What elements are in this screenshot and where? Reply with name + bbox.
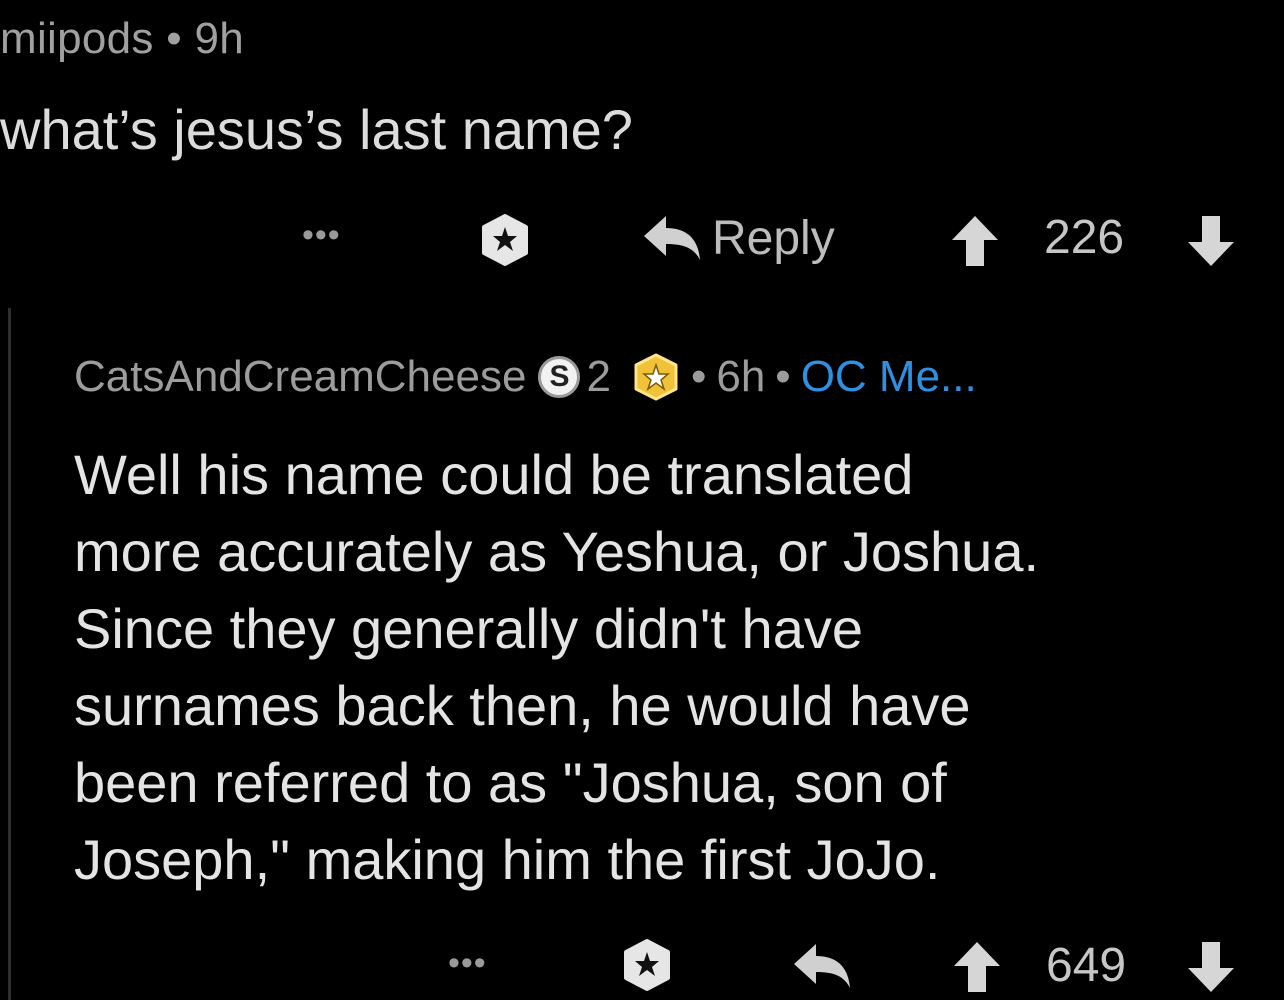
comment1-upvote-button[interactable] [948, 212, 1002, 270]
comment1-reply-button[interactable]: Reply [640, 210, 835, 266]
comment2-meta: CatsAndCreamCheese S 2 • 6h • OC Me... [74, 352, 977, 402]
comment2-flair: OC Me... [800, 352, 977, 401]
downvote-icon [1188, 216, 1234, 266]
upvote-icon [952, 216, 998, 266]
award-icon [624, 939, 670, 991]
award-icon [482, 214, 528, 266]
comment2-body-line: more accurately as Yeshua, or Joshua. [74, 520, 1040, 583]
comment2-body-line: surnames back then, he would have [74, 674, 971, 737]
comment2-separator2: • [775, 352, 791, 401]
comment1-body: what’s jesus’s last name? [0, 98, 633, 161]
comment2-age: 6h [716, 352, 766, 401]
reply-icon [794, 944, 850, 988]
comment1-award-button[interactable] [476, 211, 534, 269]
more-icon: ••• [448, 944, 487, 982]
comment1-author[interactable]: miipods [0, 14, 154, 63]
comment2-body-line: Joseph," making him the first JoJo. [74, 828, 941, 891]
comment1-downvote-button[interactable] [1184, 212, 1238, 270]
comment2-separator1: • [690, 352, 707, 401]
comment2-body: Well his name could be translated more a… [74, 436, 1254, 898]
silver-award-icon[interactable]: S [538, 356, 581, 398]
upvote-icon [954, 942, 1000, 992]
comment2-body-line: been referred to as "Joshua, son of [74, 751, 947, 814]
comment2-more-button[interactable]: ••• [448, 944, 487, 983]
comment1-score: 226 [1044, 210, 1124, 265]
comment1-age: 9h [194, 14, 245, 63]
comment2-body-line: Since they generally didn't have [74, 597, 863, 660]
comment1-meta: miipods • 9h [0, 14, 244, 64]
comment1-separator: • [166, 14, 182, 63]
comment2-upvote-button[interactable] [950, 938, 1004, 996]
comment1-score-value: 226 [1044, 211, 1125, 264]
comment1-more-button[interactable]: ••• [302, 216, 341, 255]
comment2-author[interactable]: CatsAndCreamCheese [74, 352, 526, 402]
more-icon: ••• [302, 216, 341, 254]
comment1-reply-label: Reply [712, 211, 835, 265]
comment1-actions: ••• Reply 226 [0, 206, 1284, 276]
comment2-score-value: 649 [1046, 939, 1127, 992]
comment2-score: 649 [1046, 938, 1126, 993]
comment2-reply-button[interactable] [790, 938, 854, 994]
comment2-actions: ••• 649 [0, 930, 1284, 1000]
gold-award-icon[interactable] [631, 352, 681, 402]
comment2-award-button[interactable] [618, 936, 676, 994]
comment2-silver-count: 2 [586, 352, 611, 401]
reply-icon [644, 216, 700, 260]
downvote-icon [1188, 942, 1234, 992]
comment2-body-line: Well his name could be translated [74, 443, 914, 506]
thread-line[interactable] [8, 308, 11, 1000]
comment2-downvote-button[interactable] [1184, 938, 1238, 996]
